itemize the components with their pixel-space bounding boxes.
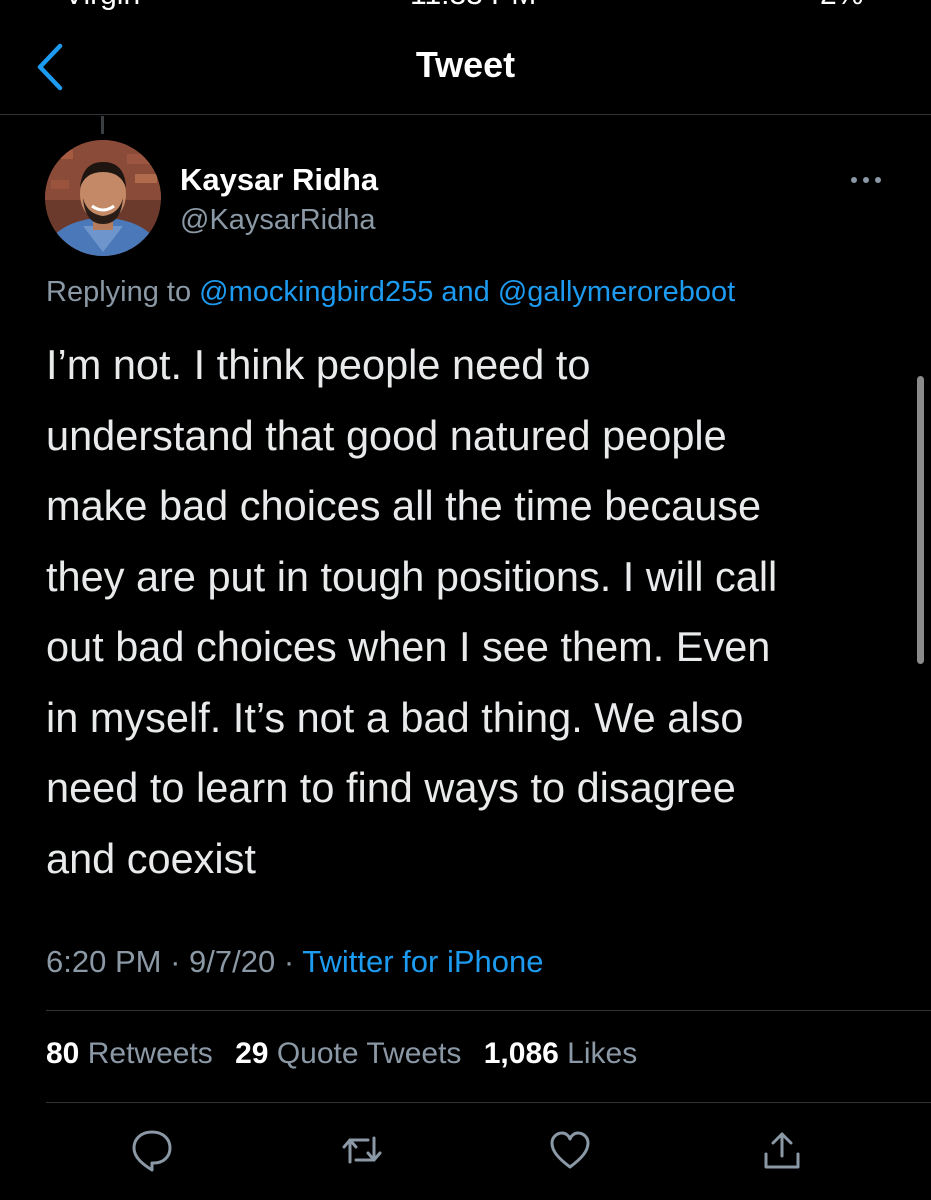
divider bbox=[46, 1010, 931, 1011]
tweet-text-line: and coexist bbox=[46, 834, 256, 882]
more-options-button[interactable] bbox=[846, 168, 886, 192]
tweet-source-link[interactable]: Twitter for iPhone bbox=[302, 944, 543, 979]
retweets-label: Retweets bbox=[87, 1037, 213, 1070]
retweets-count: 80 bbox=[46, 1037, 80, 1070]
quote-tweets-stat[interactable]: 29 Quote Tweets bbox=[235, 1037, 461, 1070]
share-button[interactable] bbox=[760, 1128, 804, 1172]
likes-label: Likes bbox=[567, 1037, 638, 1070]
tweet-meta: 6:20 PM · 9/7/20 · Twitter for iPhone bbox=[46, 944, 543, 980]
nav-bar: Tweet bbox=[0, 18, 931, 115]
replying-to: Replying to @mockingbird255 and @gallyme… bbox=[46, 276, 735, 309]
signal-icon: ▪▪▪ bbox=[2, 0, 34, 12]
thread-connector bbox=[101, 116, 104, 134]
tweet-text-line: understand that good natured people bbox=[46, 411, 727, 459]
author-handle[interactable]: @KaysarRidha bbox=[180, 204, 375, 237]
page-title: Tweet bbox=[415, 44, 516, 85]
retweet-icon bbox=[342, 1136, 382, 1164]
carrier-label: Virgin bbox=[64, 0, 140, 12]
battery-label: 2% bbox=[820, 0, 863, 12]
like-button[interactable] bbox=[548, 1128, 592, 1172]
tweet-date: 9/7/20 bbox=[189, 944, 276, 979]
replying-to-label: Replying to bbox=[46, 276, 192, 308]
reply-user-link[interactable]: @gallymeroreboot bbox=[498, 276, 735, 308]
tweet-text-line: need to learn to find ways to disagree bbox=[46, 764, 736, 811]
retweets-stat[interactable]: 80 Retweets bbox=[46, 1037, 213, 1070]
tweet-text-line: they are put in tough positions. I will … bbox=[46, 552, 778, 600]
tweet-text-line: I’m not. I think people need to bbox=[46, 341, 591, 388]
quotes-label: Quote Tweets bbox=[276, 1037, 462, 1070]
reply-conjunction[interactable]: and bbox=[441, 276, 489, 308]
tweet-text-line: in myself. It’s not a bad thing. We also bbox=[46, 693, 744, 741]
more-horizontal-icon bbox=[851, 177, 881, 183]
status-bar: ▪▪▪ Virgin 11:33 PM 2% bbox=[0, 0, 931, 18]
retweet-button[interactable] bbox=[340, 1128, 384, 1172]
likes-count: 1,086 bbox=[483, 1037, 559, 1070]
meta-separator: · bbox=[170, 944, 181, 979]
tweet-text-line: out bad choices when I see them. Even bbox=[46, 623, 771, 670]
heart-icon bbox=[550, 1131, 590, 1169]
reply-user-link[interactable]: @mockingbird255 bbox=[199, 276, 433, 308]
scrollbar[interactable] bbox=[917, 376, 924, 664]
avatar[interactable] bbox=[45, 140, 161, 256]
likes-stat[interactable]: 1,086 Likes bbox=[484, 1037, 637, 1070]
tweet-text-line: make bad choices all the time because bbox=[46, 482, 762, 529]
tweet-time: 6:20 PM bbox=[46, 944, 162, 979]
divider bbox=[46, 1102, 931, 1103]
tweet-stats: 80 Retweets 29 Quote Tweets 1,086 Likes bbox=[46, 1037, 651, 1071]
author-name[interactable]: Kaysar Ridha bbox=[180, 162, 378, 198]
reply-button[interactable] bbox=[130, 1128, 174, 1172]
share-icon bbox=[764, 1132, 800, 1169]
profile-photo bbox=[45, 140, 161, 256]
status-time: 11:33 PM bbox=[410, 0, 536, 12]
quotes-count: 29 bbox=[235, 1037, 269, 1070]
tweet-text: I’m not. I think people need to understa… bbox=[46, 330, 886, 894]
reply-icon bbox=[132, 1130, 172, 1172]
meta-separator: · bbox=[283, 944, 295, 979]
